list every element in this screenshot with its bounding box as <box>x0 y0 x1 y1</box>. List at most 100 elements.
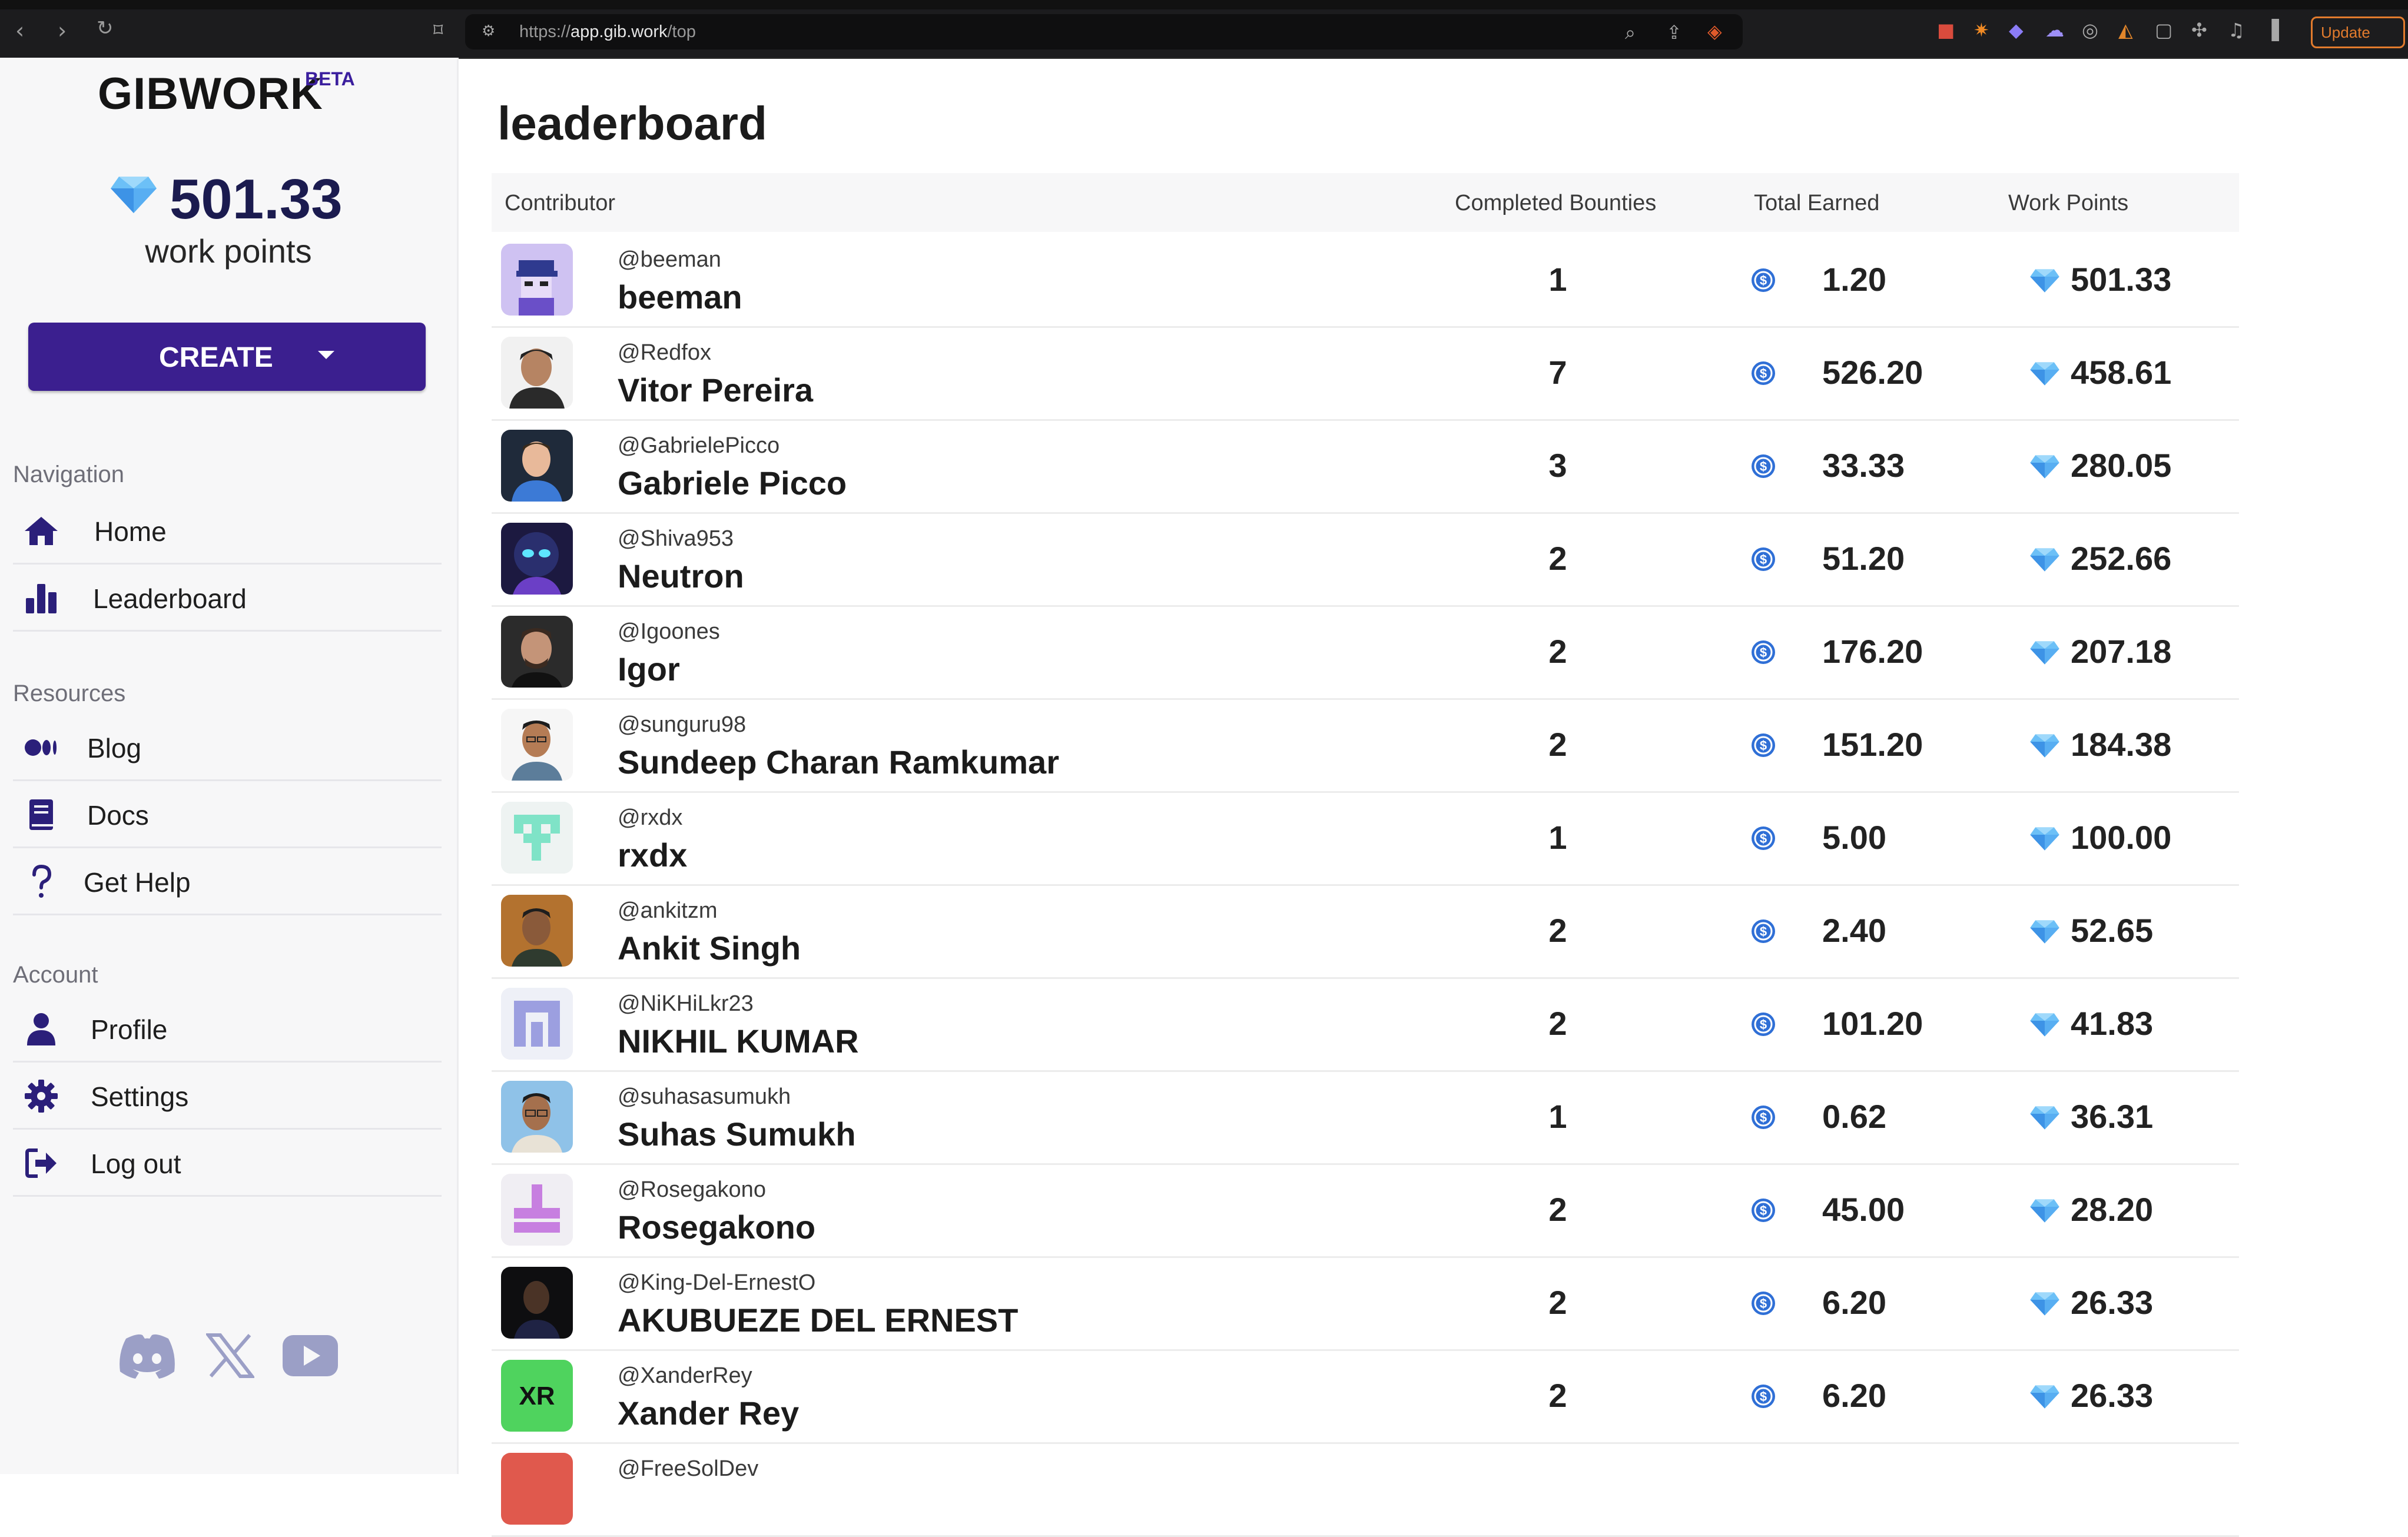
extension-square-icon[interactable]: ▢ <box>2155 19 2172 41</box>
contributor-handle[interactable]: @ankitzm <box>618 898 718 924</box>
contributor-name[interactable]: NIKHIL KUMAR <box>618 1022 859 1060</box>
column-header-earned[interactable]: Total Earned <box>1754 191 1879 216</box>
contributor-name[interactable]: beeman <box>618 278 742 316</box>
usdc-coin-icon: $ <box>1752 1292 1775 1315</box>
contributor-handle[interactable]: @Igoones <box>618 619 720 645</box>
contributor-handle[interactable]: @suhasasumukh <box>618 1084 791 1110</box>
contributor-handle[interactable]: @GabrielePicco <box>618 433 780 459</box>
contributor-name[interactable]: Vitor Pereira <box>618 371 813 409</box>
music-icon[interactable]: ♫ <box>2228 19 2245 41</box>
sidebar-item-logout[interactable]: Log out <box>13 1129 442 1197</box>
avatar[interactable] <box>501 430 573 502</box>
sidebar-item-profile[interactable]: Profile <box>13 995 442 1063</box>
column-header-points[interactable]: Work Points <box>2008 191 2128 216</box>
create-button[interactable]: CREATE <box>28 323 426 391</box>
table-row[interactable]: @ankitzm Ankit Singh 2 $2.40 52.65 <box>492 884 2239 979</box>
sidebar-item-docs[interactable]: Docs <box>13 781 442 848</box>
avatar[interactable] <box>501 523 573 595</box>
contributor-name[interactable]: Suhas Sumukh <box>618 1115 856 1153</box>
table-row[interactable]: @suhasasumukh Suhas Sumukh 1 $0.62 36.31 <box>492 1070 2239 1165</box>
contributor-name[interactable]: Gabriele Picco <box>618 464 847 502</box>
column-header-completed[interactable]: Completed Bounties <box>1455 191 1656 216</box>
discord-icon[interactable] <box>118 1333 177 1379</box>
contributor-handle[interactable]: @FreeSolDev <box>618 1456 758 1482</box>
metamask-icon[interactable]: ◭ <box>2118 19 2133 41</box>
share-icon[interactable]: ⇪ <box>1666 21 1682 44</box>
table-row[interactable]: @Shiva953 Neutron 2 $51.20 252.66 <box>492 512 2239 607</box>
book-icon <box>29 799 53 830</box>
forward-icon[interactable]: › <box>58 18 67 44</box>
contributor-handle[interactable]: @XanderRey <box>618 1363 752 1389</box>
contributor-handle[interactable]: @NiKHiLkr23 <box>618 991 754 1017</box>
brave-shield-icon[interactable]: ◈ <box>1707 20 1722 42</box>
contributor-name[interactable]: Igor <box>618 650 680 688</box>
table-row[interactable]: @Igoones Igor 2 $176.20 207.18 <box>492 605 2239 700</box>
contributor-handle[interactable]: @Rosegakono <box>618 1177 766 1203</box>
completed-bounties: 3 <box>1548 447 1567 484</box>
gem-icon <box>2030 734 2059 758</box>
table-row[interactable]: @sunguru98 Sundeep Charan Ramkumar 2 $151.2… <box>492 698 2239 793</box>
reload-icon[interactable]: ↻ <box>97 16 114 40</box>
table-row[interactable]: @rxdx rxdx 1 $5.00 100.00 <box>492 791 2239 886</box>
avatar[interactable] <box>501 1267 573 1339</box>
avatar[interactable] <box>501 802 573 874</box>
avatar[interactable] <box>501 1081 573 1153</box>
contributor-name[interactable]: Rosegakono <box>618 1208 815 1246</box>
contributor-handle[interactable]: @sunguru98 <box>618 712 746 738</box>
avatar[interactable] <box>501 616 573 688</box>
table-row[interactable]: @GabrielePicco Gabriele Picco 3 $33.33 280.0… <box>492 419 2239 514</box>
contributor-handle[interactable]: @Shiva953 <box>618 526 734 552</box>
sidebar-item-settings[interactable]: Settings <box>13 1062 442 1130</box>
contributor-name[interactable]: Neutron <box>618 557 744 595</box>
extensions-puzzle-icon[interactable]: ✣ <box>2191 19 2207 41</box>
completed-bounties: 2 <box>1548 726 1567 763</box>
extension-cloud-icon[interactable]: ☁ <box>2045 19 2064 41</box>
sidebar-item-home[interactable]: Home <box>13 497 442 565</box>
svg-text:$: $ <box>1760 366 1767 381</box>
avatar[interactable] <box>501 244 573 316</box>
table-row[interactable]: @King-Del-ErnestO AKUBUEZE DEL ERNEST 2 $6.… <box>492 1256 2239 1351</box>
sidebar-item-leaderboard[interactable]: Leaderboard <box>13 564 442 632</box>
site-settings-icon[interactable]: ⚙ <box>482 22 495 40</box>
table-row[interactable]: XR @XanderRey Xander Rey 2 $6.20 26.33 <box>492 1349 2239 1444</box>
contributor-name[interactable]: AKUBUEZE DEL ERNEST <box>618 1301 1018 1339</box>
table-row[interactable]: @Rosegakono Rosegakono 2 $45.00 28.20 <box>492 1163 2239 1258</box>
completed-bounties: 1 <box>1548 1098 1567 1135</box>
avatar[interactable] <box>501 988 573 1060</box>
brand-logo[interactable]: GIBWORK <box>98 68 323 119</box>
zoom-icon[interactable]: ⌕ <box>1625 21 1636 44</box>
contributor-name[interactable]: rxdx <box>618 836 687 874</box>
extension-diamond-icon[interactable]: ◆ <box>2009 19 2024 41</box>
table-row[interactable]: @FreeSolDev <box>492 1442 2239 1537</box>
avatar[interactable] <box>501 895 573 967</box>
contributor-name[interactable]: Sundeep Charan Ramkumar <box>618 743 1059 781</box>
sidebar-toggle-icon[interactable]: ▐ <box>2264 19 2279 41</box>
extension-lock-icon[interactable]: ■ <box>1937 19 1955 41</box>
bookmark-icon[interactable]: ⌑ <box>433 19 443 41</box>
address-bar[interactable]: ⚙ https://app.gib.work/top ⌕ ⇪ ◈ <box>465 14 1743 49</box>
contributor-name[interactable]: Ankit Singh <box>618 929 801 967</box>
extension-c-icon[interactable]: ◎ <box>2082 19 2098 41</box>
extension-star-icon[interactable]: ✷ <box>1974 19 1989 41</box>
avatar[interactable] <box>501 1453 573 1525</box>
contributor-handle[interactable]: @Redfox <box>618 340 711 366</box>
avatar[interactable]: XR <box>501 1360 573 1432</box>
sidebar-item-blog[interactable]: Blog <box>13 713 442 781</box>
table-row[interactable]: @Redfox Vitor Pereira 7 $526.20 458.61 <box>492 326 2239 421</box>
avatar[interactable] <box>501 1174 573 1246</box>
contributor-handle[interactable]: @King-Del-ErnestO <box>618 1270 815 1296</box>
contributor-handle[interactable]: @beeman <box>618 247 721 273</box>
contributor-handle[interactable]: @rxdx <box>618 805 682 831</box>
back-icon[interactable]: ‹ <box>15 18 24 44</box>
contributor-name[interactable]: Xander Rey <box>618 1394 799 1432</box>
table-row[interactable]: @beeman beeman 1 $1.20 501.33 <box>492 233 2239 328</box>
avatar[interactable] <box>501 337 573 409</box>
sidebar-item-help[interactable]: Get Help <box>13 848 442 915</box>
column-header-contributor[interactable]: Contributor <box>505 191 615 216</box>
avatar[interactable] <box>501 709 573 781</box>
update-button[interactable]: Update <box>2311 16 2405 48</box>
url-text[interactable]: https://app.gib.work/top <box>519 22 696 42</box>
table-row[interactable]: @NiKHiLkr23 NIKHIL KUMAR 2 $101.20 41.83 <box>492 977 2239 1072</box>
x-icon[interactable] <box>206 1333 254 1379</box>
youtube-icon[interactable] <box>283 1335 338 1376</box>
